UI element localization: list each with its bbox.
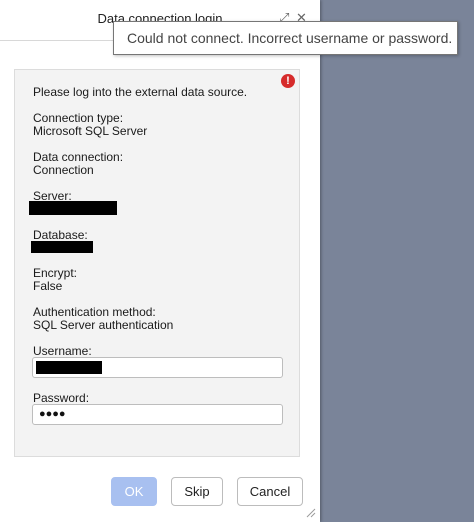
cancel-button[interactable]: Cancel [237, 477, 303, 506]
database-label: Database: [33, 228, 88, 242]
login-dialog: Data connection login ⤢ ✕ ! Please log i… [0, 0, 320, 522]
ok-button[interactable]: OK [111, 477, 157, 506]
username-value-redacted [36, 361, 102, 374]
password-label: Password: [33, 391, 90, 405]
connection-type-label: Connection type: [33, 111, 124, 125]
resize-grip-icon[interactable] [304, 506, 316, 518]
error-icon: ! [281, 74, 295, 88]
password-field[interactable]: ●●●● [32, 404, 283, 425]
server-value-redacted [29, 201, 117, 215]
error-tooltip: Could not connect. Incorrect username or… [113, 21, 458, 55]
encrypt-value: False [33, 279, 63, 293]
skip-button[interactable]: Skip [171, 477, 223, 506]
intro-text: Please log into the external data source… [33, 85, 248, 99]
username-label: Username: [33, 344, 92, 358]
encrypt-label: Encrypt: [33, 266, 78, 280]
password-value: ●●●● [39, 408, 66, 420]
auth-method-value: SQL Server authentication [33, 318, 174, 332]
connection-type-value: Microsoft SQL Server [33, 124, 148, 138]
data-connection-value: Connection [33, 163, 94, 177]
database-value-redacted [31, 241, 93, 253]
auth-method-label: Authentication method: [33, 305, 156, 319]
username-field[interactable] [32, 357, 283, 378]
data-connection-label: Data connection: [33, 150, 124, 164]
